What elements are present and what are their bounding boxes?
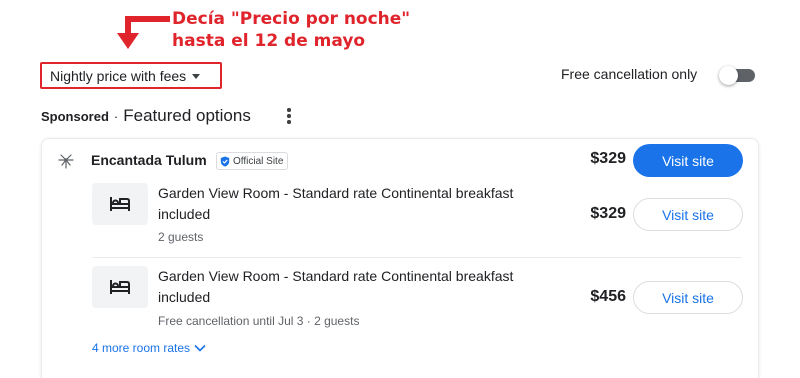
room-cancellation-guests: Free cancellation until Jul 3 · 2 guests xyxy=(158,314,360,328)
dropdown-caret-icon xyxy=(192,74,201,79)
room-visit-site-button[interactable]: Visit site xyxy=(633,281,743,314)
section-title: Featured options xyxy=(123,106,251,125)
annotation-text: Decía "Precio por noche" hasta el 12 de … xyxy=(172,9,411,51)
room-price: $456 xyxy=(590,288,626,305)
official-site-label: Official Site xyxy=(233,155,284,167)
free-cancellation-label: Free cancellation only xyxy=(561,66,698,82)
header-separator: · xyxy=(113,109,119,124)
hotel-visit-site-button[interactable]: Visit site xyxy=(633,144,743,177)
room-icon-box xyxy=(92,183,148,225)
verified-shield-icon xyxy=(220,156,230,166)
room-price: $329 xyxy=(590,205,626,222)
room-guests: 2 guests xyxy=(158,230,204,244)
room-visit-site-button[interactable]: Visit site xyxy=(633,198,743,231)
bed-icon xyxy=(110,197,130,211)
section-header: Sponsored · Featured options xyxy=(41,106,251,126)
hotel-logo-icon xyxy=(58,154,74,169)
sponsored-label: Sponsored xyxy=(41,109,109,124)
room-title[interactable]: Garden View Room - Standard rate Contine… xyxy=(158,266,558,308)
more-room-rates-label: 4 more room rates xyxy=(92,341,191,355)
room-title[interactable]: Garden View Room - Standard rate Contine… xyxy=(158,183,558,225)
official-site-badge: Official Site xyxy=(216,152,289,170)
price-mode-label: Nightly price with fees xyxy=(50,67,187,84)
more-room-rates-link[interactable]: 4 more room rates xyxy=(92,341,206,355)
more-options-icon[interactable] xyxy=(285,108,293,128)
free-cancellation-toggle[interactable] xyxy=(719,66,755,85)
price-mode-dropdown[interactable]: Nightly price with fees xyxy=(40,62,222,89)
room-icon-box xyxy=(92,266,148,308)
annotation-arrow-icon xyxy=(117,16,170,49)
hotel-name[interactable]: Encantada Tulum xyxy=(91,152,207,168)
bed-icon xyxy=(110,280,130,294)
toggle-knob xyxy=(719,66,738,85)
hotel-price: $329 xyxy=(590,150,626,167)
chevron-down-icon xyxy=(194,344,206,352)
room-divider xyxy=(92,257,742,258)
